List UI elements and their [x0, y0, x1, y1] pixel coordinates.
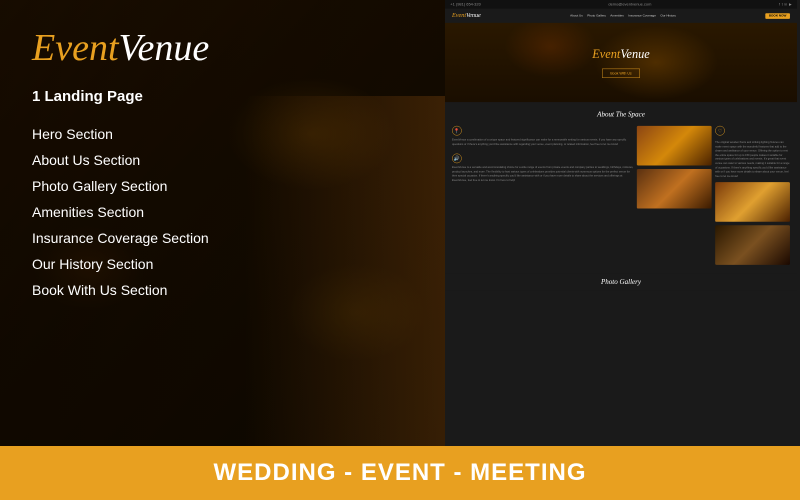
- hero-logo-venue: Venue: [620, 47, 649, 61]
- preview-nav-logo: EventVenue: [452, 12, 481, 19]
- youtube-icon: ▶: [789, 2, 792, 6]
- nav-logo-event: Event: [452, 12, 466, 19]
- preview-nav: EventVenue About Us Photo Gallery Amenit…: [445, 9, 797, 23]
- section-item-amenities[interactable]: Amenities Section: [32, 199, 413, 225]
- about-title: About The Space: [452, 111, 790, 119]
- about-img-3: [715, 182, 790, 222]
- left-content: EventVenue 1 Landing Page Hero Section A…: [0, 0, 445, 446]
- preview-topbar: +1 (981) 654-320 demo@eventvenue.com f t…: [445, 0, 797, 9]
- about-icon-row-2: ♡: [715, 126, 790, 136]
- section-item-book[interactable]: Book With Us Section: [32, 277, 413, 303]
- preview-phone: +1 (981) 654-320: [450, 2, 480, 6]
- about-text-1: EventVenue a combination of a unique spa…: [452, 138, 633, 146]
- bottom-banner: Wedding - Event - Meeting: [0, 446, 800, 500]
- about-grid: 📍 EventVenue a combination of a unique s…: [452, 126, 790, 265]
- section-item-history[interactable]: Our History Section: [32, 251, 413, 277]
- section-item-hero[interactable]: Hero Section: [32, 121, 413, 147]
- nav-logo-venue: Venue: [466, 12, 481, 19]
- facebook-icon: f: [779, 2, 780, 6]
- left-panel: EventVenue 1 Landing Page Hero Section A…: [0, 0, 445, 446]
- heart-icon: ♡: [715, 126, 725, 136]
- linkedin-icon: in: [785, 2, 788, 6]
- nav-link-insurance[interactable]: Insurance Coverage: [628, 14, 656, 17]
- about-col-1: 📍 EventVenue a combination of a unique s…: [452, 126, 633, 265]
- nav-link-amenities[interactable]: Amenities: [610, 14, 624, 17]
- sound-icon: 🔊: [452, 154, 462, 164]
- hero-book-button[interactable]: Book With Us: [602, 68, 640, 77]
- about-col-3: ♡ The original wooden floors and strikin…: [715, 126, 790, 265]
- about-text-3: EventVenue is a versatile and accommodat…: [452, 166, 633, 183]
- social-icons: f t in ▶: [779, 2, 792, 6]
- logo-event: Event: [32, 27, 119, 69]
- section-item-photo[interactable]: Photo Gallery Section: [32, 173, 413, 199]
- bottom-banner-text: Wedding - Event - Meeting: [214, 459, 587, 487]
- preview-about: About The Space 📍 EventVenue a combinati…: [445, 102, 797, 274]
- brand-logo: EventVenue: [32, 28, 413, 70]
- section-item-insurance[interactable]: Insurance Coverage Section: [32, 225, 413, 251]
- about-img-2: [637, 169, 712, 209]
- about-icon-row-1: 📍: [452, 126, 633, 136]
- section-item-about[interactable]: About Us Section: [32, 147, 413, 173]
- right-panel: +1 (981) 654-320 demo@eventvenue.com f t…: [445, 0, 800, 446]
- hero-logo-event: Event: [592, 47, 620, 61]
- preview-nav-links: About Us Photo Gallery Amenities Insuran…: [570, 14, 676, 17]
- preview-hero: EventVenue Book With Us: [445, 23, 797, 102]
- preview-container: +1 (981) 654-320 demo@eventvenue.com f t…: [445, 0, 797, 291]
- gallery-section-title: Photo Gallery: [445, 274, 797, 291]
- about-img-4: [715, 225, 790, 265]
- book-now-button[interactable]: BOOK NOW: [765, 13, 790, 19]
- landing-page-label: 1 Landing Page: [32, 88, 413, 105]
- logo-venue: Venue: [119, 27, 210, 69]
- logo-area: EventVenue: [32, 28, 413, 70]
- about-img-1: [637, 126, 712, 166]
- preview-hero-logo: EventVenue: [592, 47, 649, 61]
- nav-link-gallery[interactable]: Photo Gallery: [587, 14, 606, 17]
- section-list: Hero Section About Us Section Photo Gall…: [32, 121, 413, 303]
- preview-email: demo@eventvenue.com: [608, 2, 651, 6]
- about-col-2: [637, 126, 712, 265]
- nav-link-history[interactable]: Our History: [660, 14, 676, 17]
- about-text-2: The original wooden floors and striking …: [715, 141, 790, 179]
- about-icon-row-3: 🔊: [452, 154, 633, 164]
- nav-link-about[interactable]: About Us: [570, 14, 583, 17]
- twitter-icon: t: [782, 2, 783, 6]
- location-icon: 📍: [452, 126, 462, 136]
